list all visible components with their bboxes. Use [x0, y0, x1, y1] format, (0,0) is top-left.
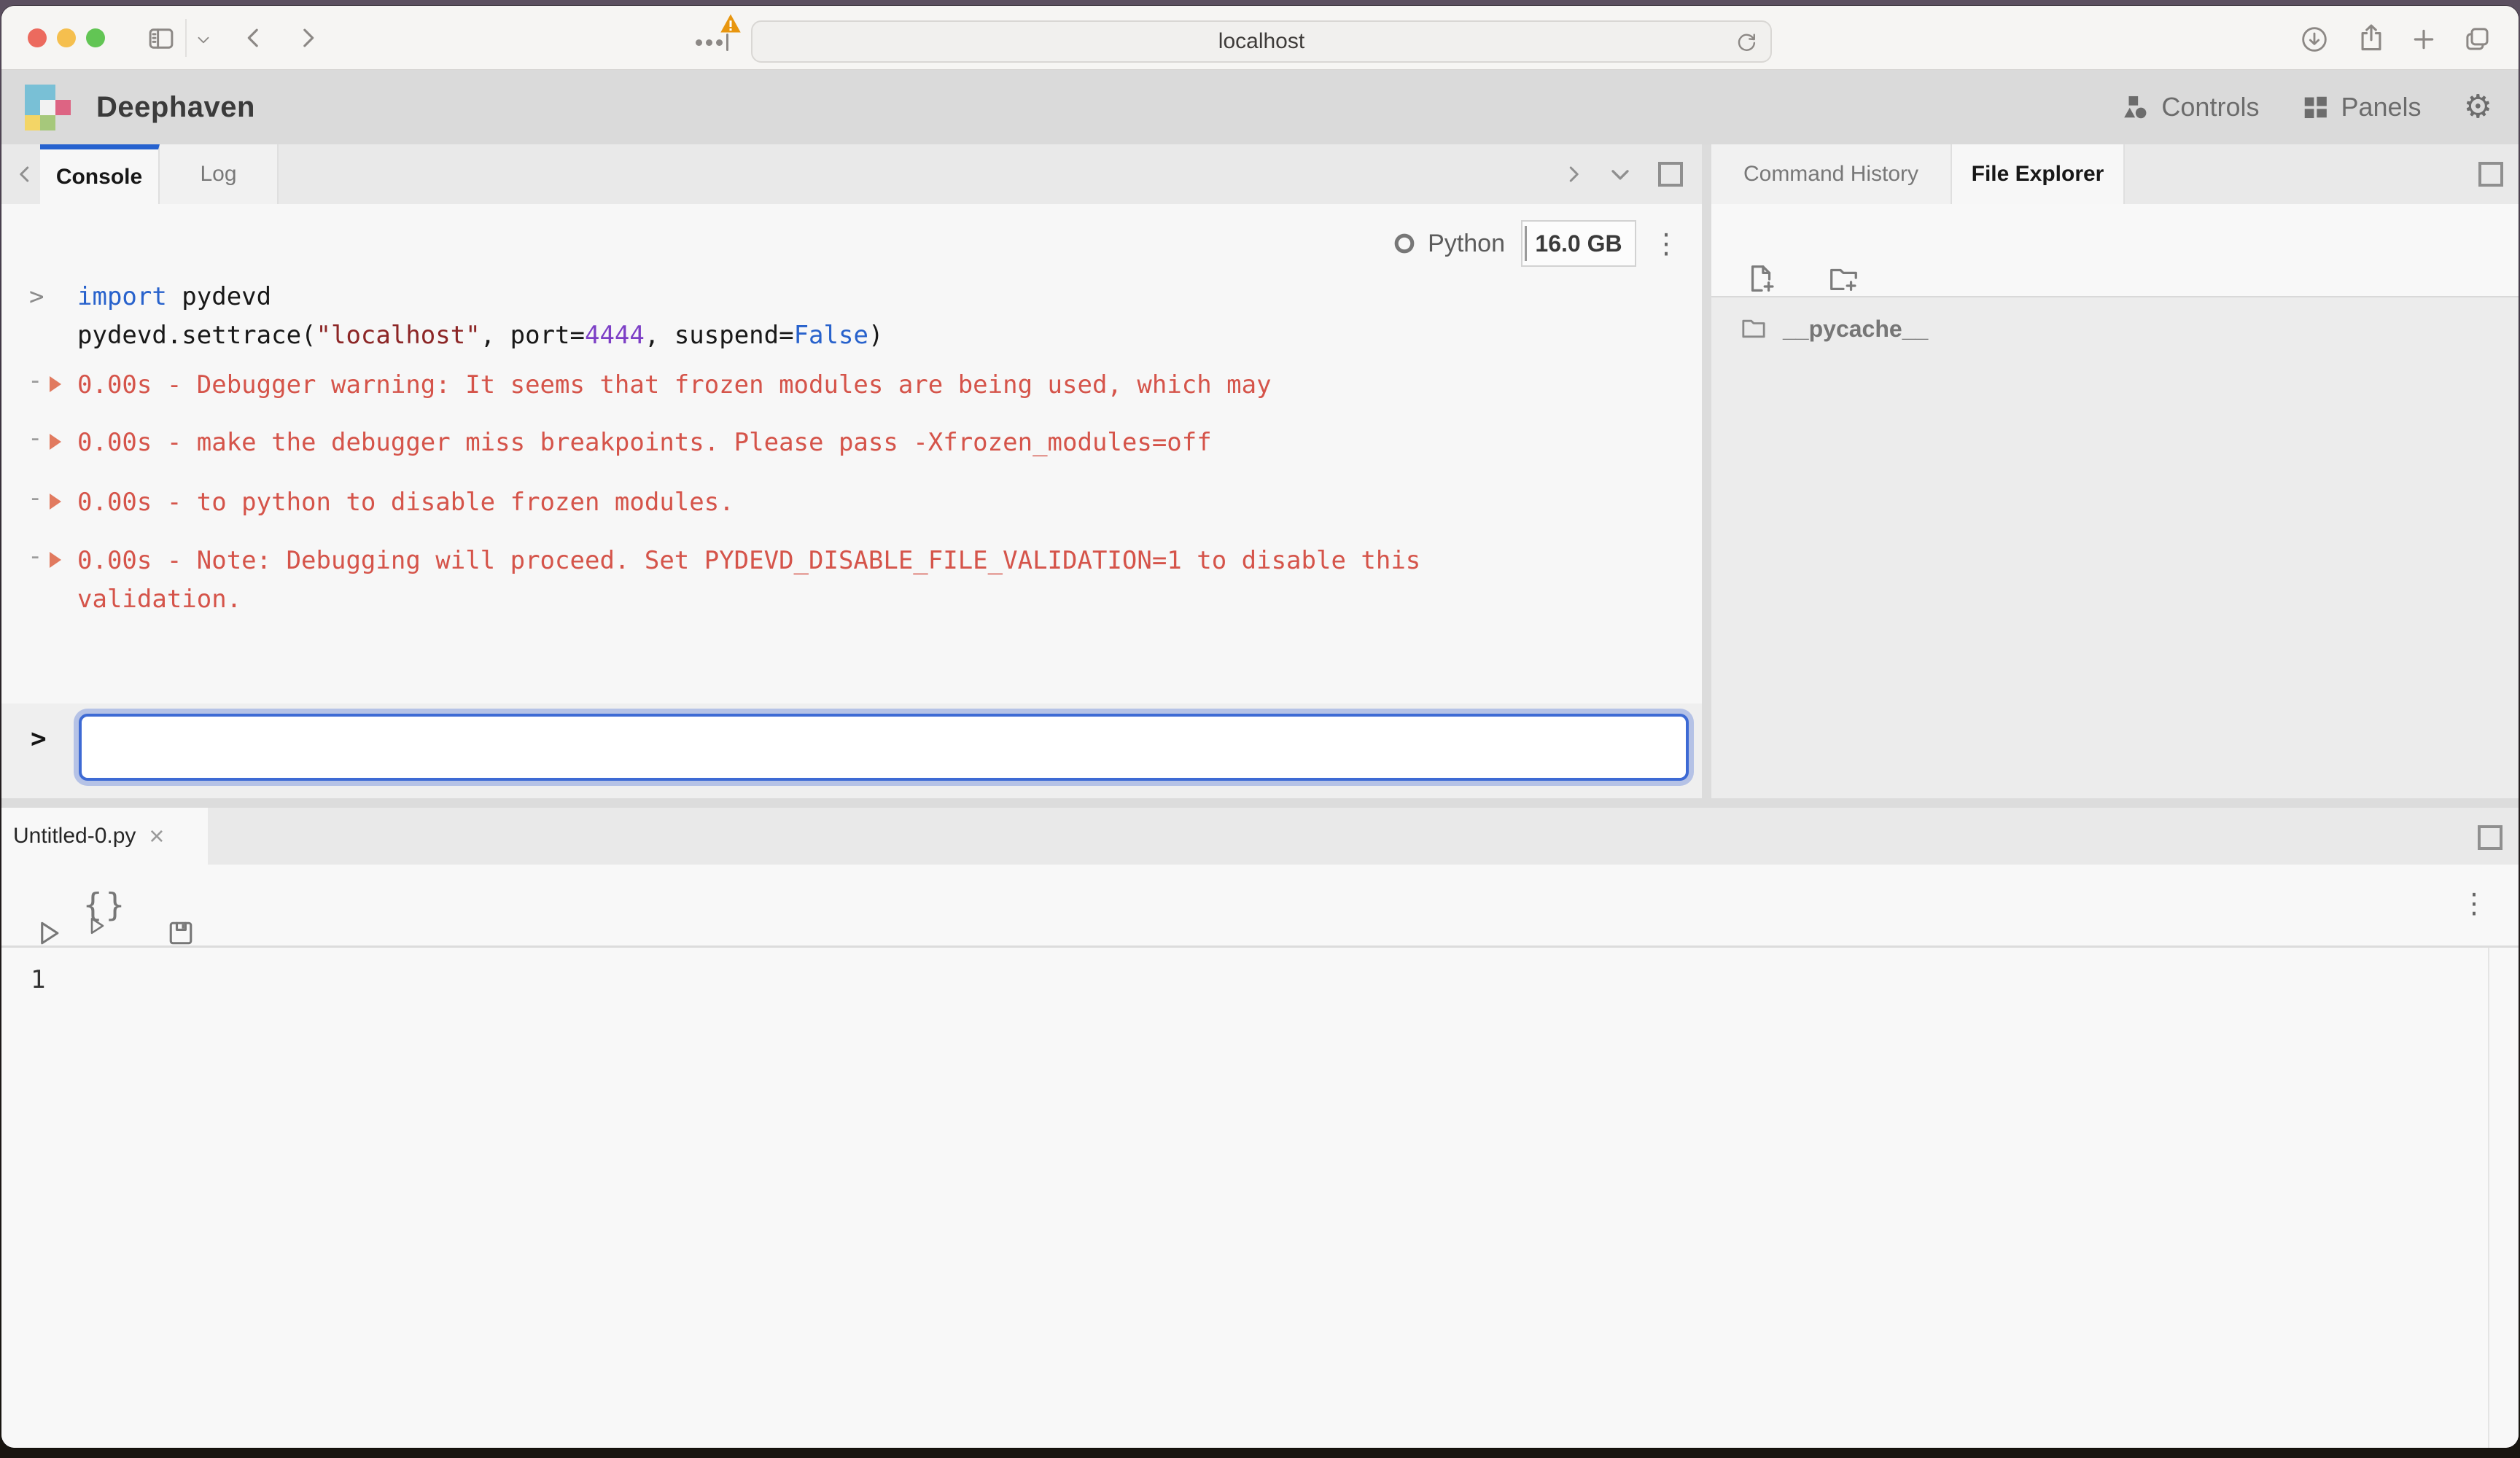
file-explorer-panel: __pycache__	[1711, 204, 2519, 798]
url-text: localhost	[1218, 29, 1304, 54]
app-header: Deephaven Controls Panels ⚙	[1, 70, 2519, 144]
console-warning-row: - 0.00s - Debugger warning: It seems tha…	[1, 370, 1702, 402]
console-warning-row: - 0.00s - to python to disable frozen mo…	[1, 488, 1702, 520]
panels-label: Panels	[2341, 92, 2421, 122]
tab-file-explorer-label: File Explorer	[1972, 162, 2104, 187]
memory-usage-box: 16.0 GB	[1521, 220, 1636, 267]
editor-toolbar: { } ⋮	[1, 865, 2519, 948]
history-command-line-2: pydevd.settrace("localhost", port=4444, …	[77, 321, 883, 353]
app-title: Deephaven	[96, 70, 255, 144]
tab-command-history-label: Command History	[1743, 162, 1918, 187]
line-number: 1	[31, 965, 45, 994]
downloads-button[interactable]	[2300, 25, 2329, 54]
console-tabstrip: Console Log	[1, 144, 1702, 204]
collapse-marker[interactable]: -	[28, 424, 42, 453]
tab-command-history[interactable]: Command History	[1711, 144, 1952, 204]
disclosure-triangle-icon[interactable]	[50, 552, 61, 568]
right-tabstrip: Command History File Explorer	[1711, 144, 2519, 204]
tab-console[interactable]: Console	[40, 144, 160, 204]
collapse-marker[interactable]: -	[28, 366, 42, 395]
collapse-marker[interactable]: -	[28, 483, 42, 512]
console-maximize-icon[interactable]	[1658, 144, 1683, 204]
folder-name: __pycache__	[1783, 316, 1928, 343]
right-panel-maximize-icon[interactable]	[2478, 144, 2503, 204]
close-tab-icon[interactable]: ×	[149, 823, 164, 849]
disclosure-triangle-icon[interactable]	[50, 494, 61, 510]
browser-toolbar: localhost	[1, 6, 2519, 70]
tabs-scroll-right-icon[interactable]	[1560, 144, 1587, 204]
kernel-status[interactable]: Python	[1391, 230, 1505, 258]
editor-content[interactable]: 1	[1, 948, 2519, 1448]
controls-label: Controls	[2161, 92, 2259, 122]
tabs-dropdown-icon[interactable]	[1606, 144, 1635, 204]
console-input-zone: >	[1, 703, 1702, 798]
editor-tab-label: Untitled-0.py	[13, 824, 136, 849]
tab-console-label: Console	[56, 165, 142, 190]
close-window-button[interactable]	[28, 28, 47, 47]
warning-badge-icon	[720, 13, 742, 37]
reload-icon[interactable]	[1734, 30, 1759, 55]
console-warning-row: - 0.00s - make the debugger miss breakpo…	[1, 428, 1702, 460]
disclosure-triangle-icon[interactable]	[50, 376, 61, 392]
history-command-line-1: import pydevd	[77, 282, 271, 314]
disclosure-triangle-icon[interactable]	[50, 434, 61, 450]
warning-text-wrap: validation.	[77, 585, 241, 614]
main-area: Python 16.0 GB ⋮ > import pydevd pydevd.…	[1, 204, 2519, 798]
sidebar-toggle-icon[interactable]	[146, 23, 176, 54]
editor-tab-untitled[interactable]: Untitled-0.py ×	[1, 808, 208, 865]
minimize-window-button[interactable]	[57, 28, 76, 47]
file-explorer-item-pycache[interactable]: __pycache__	[1711, 306, 2519, 351]
console-input[interactable]	[79, 714, 1689, 781]
editor-tabstrip: Untitled-0.py ×	[1, 808, 2519, 865]
panel-tab-row: Console Log Command History File Explore…	[1, 144, 2519, 204]
warning-text: 0.00s - to python to disable frozen modu…	[77, 488, 734, 517]
deephaven-logo	[25, 85, 71, 131]
tabs-scroll-left-icon[interactable]	[12, 144, 38, 204]
editor-overflow-menu-icon[interactable]: ⋮	[2460, 889, 2488, 917]
share-icon[interactable]	[2355, 22, 2387, 54]
file-explorer-toolbar	[1711, 204, 2519, 297]
collapse-marker[interactable]: -	[28, 542, 42, 571]
memory-value: 16.0 GB	[1535, 230, 1622, 257]
console-warning-row: - 0.00s - Note: Debugging will proceed. …	[1, 546, 1702, 578]
address-bar[interactable]: localhost	[751, 20, 1772, 63]
new-tab-button[interactable]	[2409, 25, 2438, 54]
history-prompt: >	[29, 282, 44, 311]
warning-text: 0.00s - Note: Debugging will proceed. Se…	[77, 546, 1420, 575]
warning-text: 0.00s - Debugger warning: It seems that …	[77, 370, 1272, 399]
console-panel: Python 16.0 GB ⋮ > import pydevd pydevd.…	[1, 204, 1702, 798]
settings-gear-icon[interactable]: ⚙	[2464, 91, 2492, 123]
panel-divider[interactable]	[1, 798, 2519, 808]
controls-button[interactable]: Controls	[2122, 92, 2259, 122]
kernel-language: Python	[1428, 230, 1505, 258]
tab-log[interactable]: Log	[160, 144, 279, 204]
tab-overview-button[interactable]	[2462, 23, 2492, 54]
input-prompt: >	[31, 724, 47, 754]
run-selected-icon[interactable]: { }	[83, 886, 125, 924]
toolbar-divider	[185, 19, 187, 57]
editor-scroll-divider	[2488, 948, 2489, 1448]
console-overflow-menu-icon[interactable]: ⋮	[1652, 230, 1680, 257]
back-button[interactable]	[239, 23, 268, 52]
editor-maximize-icon[interactable]	[2478, 808, 2502, 868]
warning-text: 0.00s - make the debugger miss breakpoin…	[77, 428, 1212, 457]
console-status-row: Python 16.0 GB ⋮	[1391, 220, 1680, 267]
tab-log-label: Log	[200, 162, 236, 187]
chevron-down-icon[interactable]	[194, 31, 213, 50]
forward-button[interactable]	[293, 23, 322, 52]
zoom-window-button[interactable]	[86, 28, 105, 47]
panels-button[interactable]: Panels	[2301, 92, 2421, 122]
tab-file-explorer[interactable]: File Explorer	[1952, 144, 2125, 204]
browser-window: localhost Deephaven Controls	[1, 6, 2519, 1448]
